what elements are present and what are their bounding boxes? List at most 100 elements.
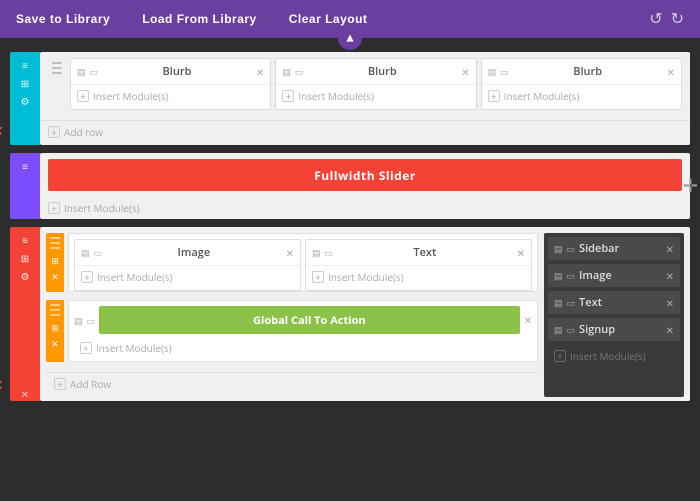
section-1-handle[interactable]: ≡ ⊞ ⚙ bbox=[10, 52, 40, 145]
green-close[interactable]: ✕ bbox=[524, 313, 532, 327]
section-3-row-1: ⊞ ✕ ▤ ▭ Image bbox=[46, 233, 538, 292]
settings-icon: ⚙ bbox=[21, 94, 30, 108]
green-row-header: ▤ ▭ Global Call To Action ✕ bbox=[74, 306, 532, 334]
sidebar-panel-item-sidebar[interactable]: ▤ ▭ Sidebar ✕ bbox=[548, 237, 680, 260]
section-3-left: ⊞ ✕ ▤ ▭ Image bbox=[46, 233, 538, 397]
col-blurb-3: ▤ ▭ Blurb ✕ + Insert Module(s) bbox=[481, 58, 682, 110]
col-image-insert[interactable]: + Insert Module(s) bbox=[75, 266, 300, 288]
module-img-icon: ▤ bbox=[81, 246, 90, 259]
monitor-icon-3: ▭ bbox=[500, 65, 509, 78]
sidebar-panel-item-text[interactable]: ▤ ▭ Text ✕ bbox=[548, 291, 680, 314]
col-blurb-1-title: Blurb bbox=[102, 64, 252, 79]
handle-lines-icon: ≡ bbox=[22, 58, 28, 72]
section-2: ≡ Fullwidth Slider + Insert Module(s) ✛ bbox=[10, 153, 690, 219]
col-image-close[interactable]: ✕ bbox=[286, 246, 294, 260]
insert-plus-fw: + bbox=[48, 202, 60, 214]
delete-3-icon[interactable]: ✕ bbox=[21, 387, 29, 401]
add-section-crosshair[interactable]: ✛ bbox=[683, 174, 698, 198]
col-text-close[interactable]: ✕ bbox=[517, 246, 525, 260]
section-3-row-1-handle[interactable]: ⊞ ✕ bbox=[46, 233, 64, 292]
section-2-fullwidth-row: Fullwidth Slider bbox=[40, 153, 690, 197]
row-1-handle[interactable] bbox=[48, 58, 66, 110]
add-row-plus-3: + bbox=[54, 378, 66, 390]
section-3-row-2-inner: ▤ ▭ Global Call To Action ✕ + Insert bbox=[68, 300, 538, 362]
redo-button[interactable]: ↻ bbox=[671, 9, 684, 29]
expand-icon bbox=[338, 26, 362, 50]
monitor-img-icon: ▭ bbox=[94, 246, 103, 259]
section-3: ≡ ⊞ ⚙ ✕ ⊞ ✕ bbox=[10, 227, 690, 401]
grid-3-icon: ⊞ bbox=[21, 251, 29, 265]
sidebar-panel-item-image[interactable]: ▤ ▭ Image ✕ bbox=[548, 264, 680, 287]
section-3-body: ⊞ ✕ ▤ ▭ Image bbox=[40, 227, 690, 401]
section-3-delete[interactable]: ✕ bbox=[0, 376, 4, 395]
col-blurb-2-insert[interactable]: + Insert Module(s) bbox=[276, 85, 475, 107]
grid-row1-icon: ⊞ bbox=[51, 254, 59, 267]
delete-row2-icon[interactable]: ✕ bbox=[51, 337, 59, 350]
section-3-row-2-handle[interactable]: ⊞ ✕ bbox=[46, 300, 64, 362]
col-text: ▤ ▭ Text ✕ + Insert Module(s) bbox=[305, 239, 532, 291]
insert-plus-green: + bbox=[80, 342, 92, 354]
green-insert[interactable]: + Insert Module(s) bbox=[74, 337, 532, 359]
col-blurb-1-close[interactable]: ✕ bbox=[256, 65, 264, 79]
sidebar-panel-close-1[interactable]: ✕ bbox=[666, 242, 674, 256]
row-1: ▤ ▭ Blurb ✕ + Insert Module(s) bbox=[48, 58, 682, 110]
toolbar: Save to Library Load From Library Clear … bbox=[0, 0, 700, 38]
monitor-icon-2: ▭ bbox=[295, 65, 304, 78]
section-1-delete[interactable]: ✕ bbox=[0, 122, 4, 141]
undo-button[interactable]: ↺ bbox=[649, 9, 662, 29]
sidebar-panel-icon-4: ▤ bbox=[554, 323, 563, 336]
section-2-insert[interactable]: + Insert Module(s) bbox=[40, 197, 690, 219]
clear-layout-button[interactable]: Clear Layout bbox=[289, 12, 368, 26]
section-3-cols-wrap: ▤ ▭ Image ✕ + Insert Module(s) bbox=[68, 233, 538, 292]
col-blurb-2-close[interactable]: ✕ bbox=[461, 65, 469, 79]
col-text-header: ▤ ▭ Text ✕ bbox=[306, 240, 531, 266]
settings-3-icon: ⚙ bbox=[21, 269, 30, 283]
col-blurb-3-header: ▤ ▭ Blurb ✕ bbox=[482, 59, 681, 85]
col-blurb-1-insert[interactable]: + Insert Module(s) bbox=[71, 85, 270, 107]
section-3-row-2: ⊞ ✕ ▤ ▭ Global Call To Action bbox=[46, 300, 538, 362]
insert-plus-2: + bbox=[282, 90, 294, 102]
save-to-library-button[interactable]: Save to Library bbox=[16, 12, 110, 26]
section-2-handle[interactable]: ≡ bbox=[10, 153, 40, 219]
section-3-add-row[interactable]: + Add Row bbox=[46, 372, 538, 397]
global-cta-block[interactable]: Global Call To Action bbox=[99, 306, 520, 334]
col-image: ▤ ▭ Image ✕ + Insert Module(s) bbox=[74, 239, 301, 291]
col-blurb-1: ▤ ▭ Blurb ✕ + Insert Module(s) bbox=[70, 58, 271, 110]
insert-plus-txt: + bbox=[312, 271, 324, 283]
insert-plus-1: + bbox=[77, 90, 89, 102]
sidebar-panel-insert[interactable]: + Insert Module(s) bbox=[548, 345, 680, 367]
handle-lines-2-icon: ≡ bbox=[22, 159, 28, 173]
col-blurb-3-title: Blurb bbox=[513, 64, 663, 79]
col-blurb-2: ▤ ▭ Blurb ✕ + Insert Module(s) bbox=[275, 58, 476, 110]
section-1-add-row[interactable]: + Add row bbox=[40, 120, 690, 145]
section-1: ≡ ⊞ ⚙ ▤ ▭ Blurb bbox=[10, 52, 690, 145]
sidebar-panel-title-2: Image bbox=[579, 268, 662, 283]
load-from-library-button[interactable]: Load From Library bbox=[142, 12, 257, 26]
col-blurb-3-close[interactable]: ✕ bbox=[667, 65, 675, 79]
sidebar-panel-icon-2: ▤ bbox=[554, 269, 563, 282]
green-monitor-icon: ▭ bbox=[87, 314, 96, 327]
sidebar-panel-item-signup[interactable]: ▤ ▭ Signup ✕ bbox=[548, 318, 680, 341]
fullwidth-slider-block[interactable]: Fullwidth Slider bbox=[48, 159, 682, 191]
handle-lines-3-icon: ≡ bbox=[22, 233, 28, 247]
col-image-title: Image bbox=[106, 245, 282, 260]
delete-row1-icon[interactable]: ✕ bbox=[51, 270, 59, 283]
module-txt-icon: ▤ bbox=[312, 246, 321, 259]
sidebar-panel-close-2[interactable]: ✕ bbox=[666, 269, 674, 283]
sidebar-panel-title-3: Text bbox=[579, 295, 662, 310]
col-blurb-3-insert[interactable]: + Insert Module(s) bbox=[482, 85, 681, 107]
monitor-txt-icon: ▭ bbox=[325, 246, 334, 259]
module-icon-2: ▤ bbox=[282, 65, 291, 78]
section-3-cols: ▤ ▭ Image ✕ + Insert Module(s) bbox=[69, 234, 537, 291]
sidebar-panel-title-1: Sidebar bbox=[579, 241, 662, 256]
section-3-handle[interactable]: ≡ ⊞ ⚙ ✕ bbox=[10, 227, 40, 401]
sidebar-panel-monitor-4: ▭ bbox=[567, 323, 576, 336]
sidebar-panel-close-4[interactable]: ✕ bbox=[666, 323, 674, 337]
col-text-insert[interactable]: + Insert Module(s) bbox=[306, 266, 531, 288]
section-3-right-panel: ▤ ▭ Sidebar ✕ ▤ ▭ Image ✕ ▤ ▭ Text bbox=[544, 233, 684, 397]
sidebar-panel-monitor-1: ▭ bbox=[567, 242, 576, 255]
green-module-icon: ▤ bbox=[74, 314, 83, 327]
sidebar-insert-plus: + bbox=[554, 350, 566, 362]
sidebar-panel-close-3[interactable]: ✕ bbox=[666, 296, 674, 310]
add-row-plus-1: + bbox=[48, 126, 60, 138]
